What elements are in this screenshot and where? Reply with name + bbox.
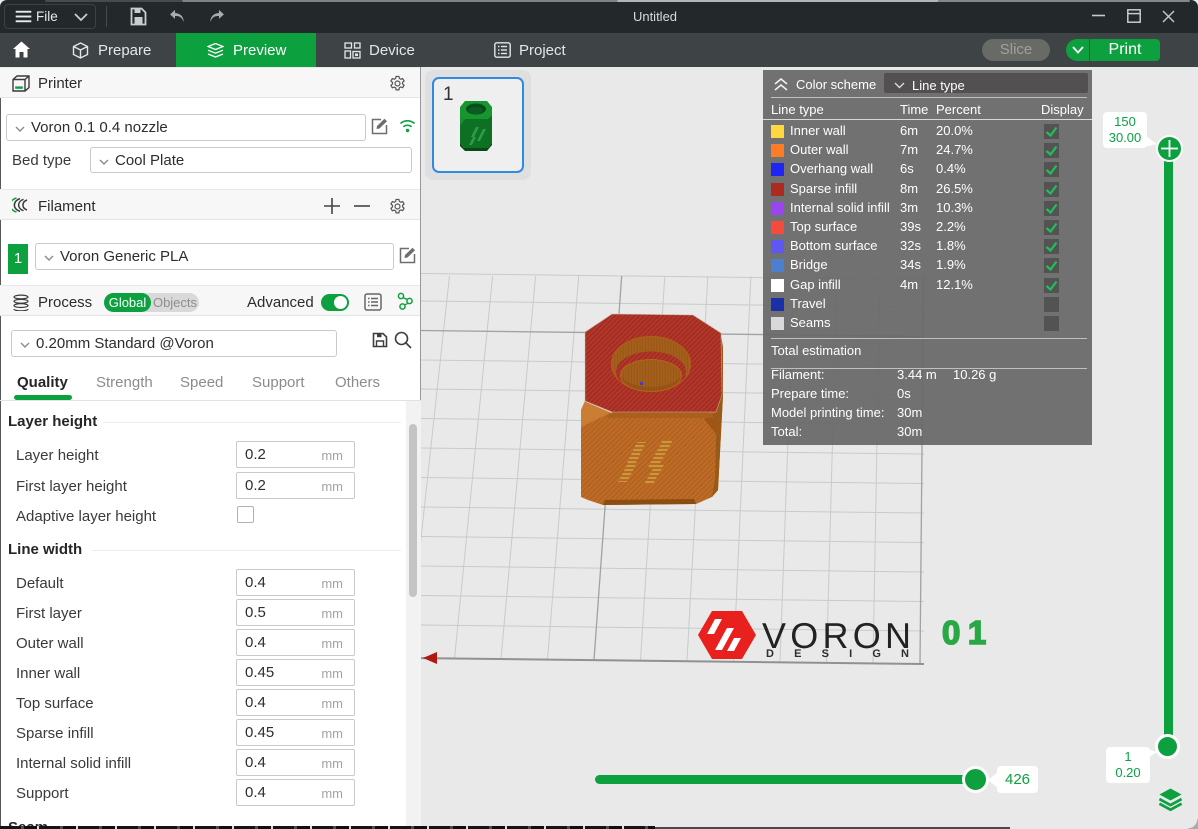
- svg-text:01: 01: [942, 614, 994, 651]
